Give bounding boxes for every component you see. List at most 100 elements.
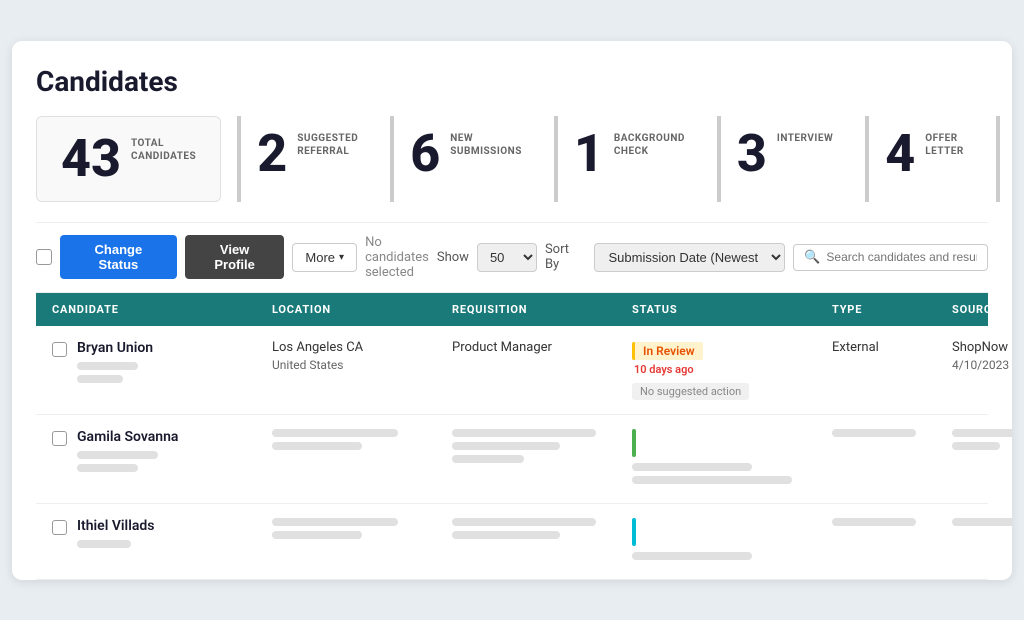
table-header: CANDIDATE LOCATION REQUISITION STATUS TY… [36,293,988,326]
row-checkbox-3[interactable] [52,520,67,535]
th-requisition: REQUISITION [452,303,632,316]
source-cell-3 [952,518,1012,531]
main-card: Candidates 43 TOTAL CANDIDATES 2 SUGGEST… [12,41,1012,580]
skeleton [272,531,362,539]
location-cell-2 [272,429,452,455]
row-checkbox-1[interactable] [52,342,67,357]
th-candidate: CANDIDATE [52,303,272,316]
stat-total-number: 43 [61,133,121,185]
skeleton [77,464,138,472]
search-box[interactable]: 🔍 [793,244,988,271]
stat-bg-number: 1 [574,128,604,180]
source-cell-2 [952,429,1012,455]
candidate-name-1: Bryan Union [77,340,153,356]
stat-suggested-label: SUGGESTED REFERRAL [297,128,358,158]
status-badge-1: In Review [632,342,703,360]
stat-new-number: 6 [410,128,440,180]
location-cell-3 [272,518,452,544]
page-title: Candidates [36,65,988,98]
stat-new-label: NEW SUBMISSIONS [450,128,522,158]
more-button[interactable]: More [292,243,357,272]
status-cyan-bar-3 [632,518,636,546]
source-cell-1: ShopNow 4/10/2023 [952,340,1012,372]
sort-select[interactable]: Submission Date (Newest) Submission Date… [594,243,786,272]
skeleton [452,531,560,539]
th-status: STATUS [632,303,832,316]
stat-offer-letter: 4 OFFER LETTER [865,116,988,202]
requisition-cell-2 [452,429,632,468]
search-icon: 🔍 [804,250,820,265]
skeleton [77,375,123,383]
stat-interview-number: 3 [737,128,767,180]
stats-bar: 43 TOTAL CANDIDATES 2 SUGGESTED REFERRAL… [36,116,988,202]
toolbar: Change Status View Profile More No candi… [36,222,988,293]
stat-offer-number: 4 [885,128,915,180]
candidate-cell-2: Gamila Sovanna [52,429,272,477]
candidate-name-3: Ithiel Villads [77,518,154,534]
stat-offer-label: OFFER LETTER [925,128,964,158]
stat-suggested-number: 2 [257,128,287,180]
search-input[interactable] [826,250,977,264]
location-subtext-1: United States [272,358,452,372]
requisition-cell-1: Product Manager [452,340,632,358]
skeleton [632,552,752,560]
status-cell-2 [632,429,832,489]
status-days-1: 10 days ago [632,363,832,376]
status-action-1: No suggested action [632,383,749,400]
skeleton [952,518,1012,526]
skeleton [77,451,158,459]
table-row: Gamila Sovanna [36,415,988,504]
type-cell-1: External [832,340,952,358]
status-cell-3 [632,518,832,565]
type-text-1: External [832,340,952,355]
type-cell-2 [832,429,952,442]
th-type: TYPE [832,303,952,316]
skeleton [452,455,524,463]
stat-suggested: 2 SUGGESTED REFERRAL [237,116,382,202]
skeleton [632,476,792,484]
row-checkbox-2[interactable] [52,431,67,446]
stat-new-submissions: 6 NEW SUBMISSIONS [390,116,546,202]
skeleton [632,463,752,471]
show-select[interactable]: 50 25 100 [477,243,537,272]
requisition-text-1: Product Manager [452,340,632,355]
sort-label: Sort By [545,242,586,272]
candidate-cell-1: Bryan Union [52,340,272,388]
location-cell-1: Los Angeles CA United States [272,340,452,372]
skeleton [452,429,596,437]
candidate-name-2: Gamila Sovanna [77,429,178,445]
skeleton [272,442,362,450]
table-row: Ithiel Villads [36,504,988,580]
stat-total-label: TOTAL CANDIDATES [131,133,196,163]
show-label: Show [437,250,469,265]
table-body: Bryan Union Los Angeles CA United States… [36,326,988,580]
skeleton [952,429,1012,437]
candidate-cell-3: Ithiel Villads [52,518,272,553]
stat-total: 43 TOTAL CANDIDATES [36,116,221,202]
skeleton [452,518,596,526]
skeleton [952,442,1000,450]
skeleton [272,429,398,437]
change-status-button[interactable]: Change Status [60,235,177,279]
skeleton [77,362,138,370]
stat-interview-label: INTERVIEW [777,128,833,145]
status-cell-1: In Review 10 days ago No suggested actio… [632,340,832,400]
status-green-bar-2 [632,429,636,457]
th-location: LOCATION [272,303,452,316]
requisition-cell-3 [452,518,632,544]
source-date-1: 4/10/2023 [952,358,1012,372]
skeleton [77,540,131,548]
th-source: SOURCE [952,303,1012,316]
stat-bg-label: BACKGROUND CHECK [614,128,685,158]
skeleton [832,518,916,526]
stat-review: 7 REVIEW [996,116,1012,202]
no-candidates-label: No candidates selected [365,235,429,280]
select-all-checkbox[interactable] [36,249,52,265]
view-profile-button[interactable]: View Profile [185,235,285,279]
location-text-1: Los Angeles CA [272,340,452,355]
stat-interview: 3 INTERVIEW [717,116,857,202]
skeleton [452,442,560,450]
type-cell-3 [832,518,952,531]
stat-background-check: 1 BACKGROUND CHECK [554,116,709,202]
table-row: Bryan Union Los Angeles CA United States… [36,326,988,415]
